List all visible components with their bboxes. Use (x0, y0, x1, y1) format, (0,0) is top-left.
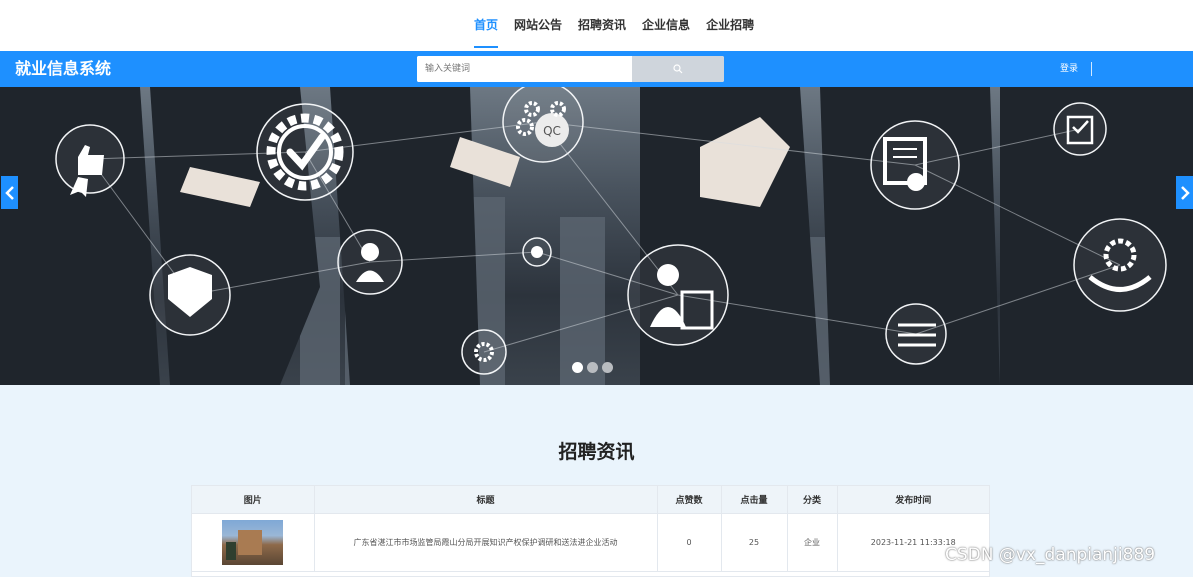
watermark: CSDN @vx_danpianji889 (945, 545, 1156, 565)
carousel-next-button[interactable] (1176, 176, 1193, 209)
column-header-image: 图片 (192, 486, 315, 514)
header-bar: 就业信息系统 登录 (0, 51, 1193, 87)
site-title: 就业信息系统 (15, 59, 112, 78)
banner-image: QC (0, 87, 1193, 385)
nav-item-company-recruitment[interactable]: 企业招聘 (698, 0, 762, 51)
table-row[interactable]: 广东省湛江市市场监管局霞山分局开展知识产权保护调研和送法进企业活动 0 25 企… (192, 513, 989, 572)
row-likes: 0 (657, 513, 722, 572)
header-divider (1091, 62, 1092, 76)
login-link[interactable]: 登录 (1060, 51, 1078, 87)
column-header-category: 分类 (787, 486, 838, 514)
nav-item-job-news[interactable]: 招聘资讯 (570, 0, 634, 51)
nav-menu: 首页 网站公告 招聘资讯 企业信息 企业招聘 (466, 0, 762, 51)
column-header-title: 标题 (314, 486, 658, 514)
chevron-left-icon (4, 185, 14, 200)
carousel-dot-1[interactable] (572, 362, 583, 373)
search-input[interactable] (417, 56, 632, 82)
nav-item-home[interactable]: 首页 (466, 0, 506, 51)
carousel-prev-button[interactable] (1, 176, 18, 209)
row-category: 企业 (787, 513, 838, 572)
carousel-dot-2[interactable] (587, 362, 598, 373)
section-title: 招聘资讯 (558, 441, 635, 463)
search-icon (673, 64, 683, 74)
carousel-dot-3[interactable] (602, 362, 613, 373)
nav-item-company-info[interactable]: 企业信息 (634, 0, 698, 51)
row-title[interactable]: 广东省湛江市市场监管局霞山分局开展知识产权保护调研和送法进企业活动 (314, 513, 658, 572)
row-clicks: 25 (721, 513, 788, 572)
table-header-row: 图片 标题 点赞数 点击量 分类 发布时间 (192, 486, 989, 514)
search-box (417, 56, 724, 82)
carousel-indicators (572, 362, 613, 373)
top-navigation: 首页 网站公告 招聘资讯 企业信息 企业招聘 (0, 0, 1193, 51)
chevron-right-icon (1180, 185, 1190, 200)
news-thumbnail[interactable] (222, 519, 284, 565)
column-header-published: 发布时间 (837, 486, 989, 514)
news-table: 图片 标题 点赞数 点击量 分类 发布时间 广东省湛江市市场监管局霞山分局开展知… (191, 485, 990, 577)
banner-carousel: QC (0, 87, 1193, 385)
column-header-clicks: 点击量 (721, 486, 788, 514)
nav-item-announcements[interactable]: 网站公告 (506, 0, 570, 51)
column-header-likes: 点赞数 (657, 486, 722, 514)
search-button[interactable] (632, 56, 724, 82)
qc-badge-text: QC (543, 124, 561, 138)
row-image-cell (192, 513, 315, 572)
